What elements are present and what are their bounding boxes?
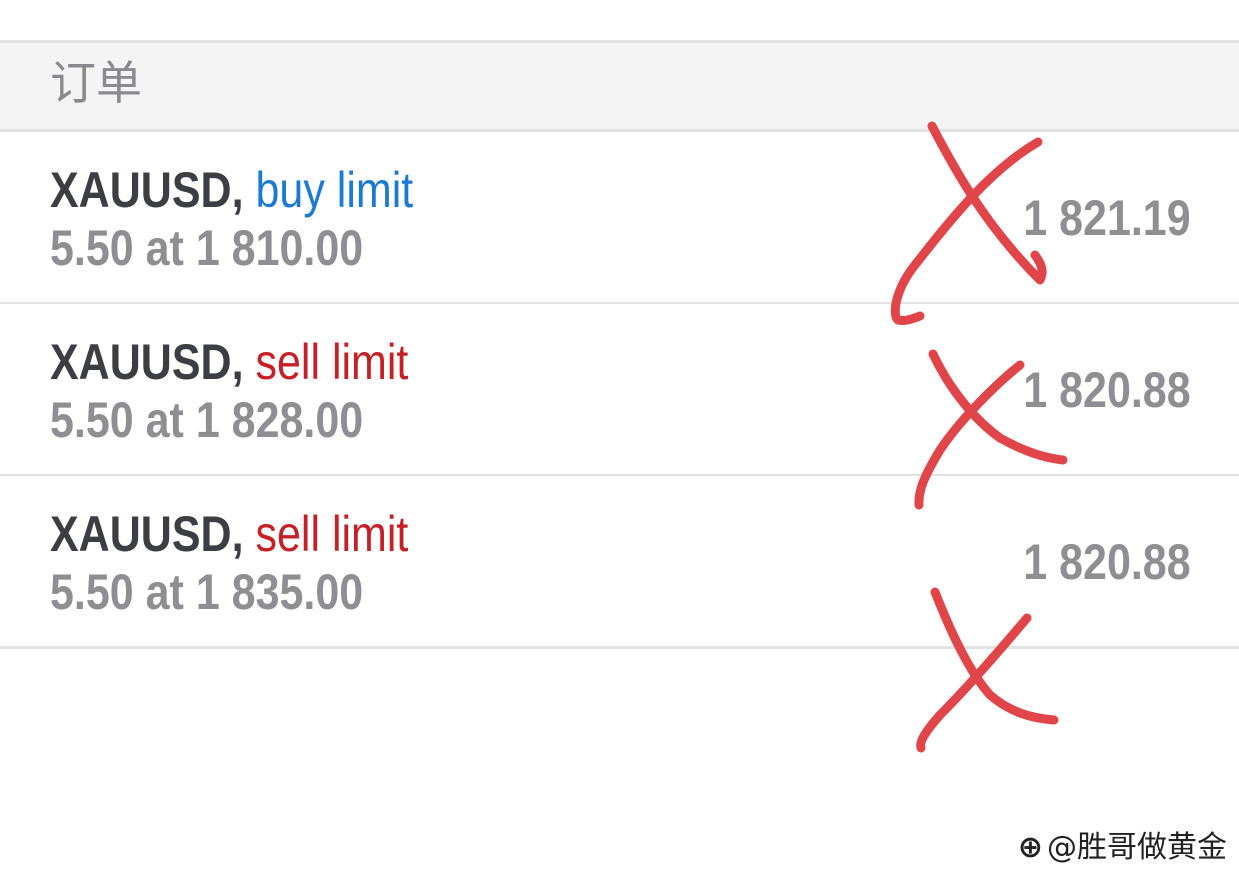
order-title: XAUUSD, sell limit bbox=[50, 332, 408, 392]
watermark: ⊕ @胜哥做黄金 bbox=[1018, 830, 1227, 866]
current-price: 1 820.88 bbox=[1023, 362, 1191, 418]
order-title: XAUUSD, buy limit bbox=[50, 160, 413, 220]
weibo-icon: ⊕ bbox=[1017, 830, 1043, 865]
orders-section-header: 订单 bbox=[0, 43, 1239, 132]
order-row[interactable]: XAUUSD, buy limit 5.50 at 1 810.00 1 821… bbox=[0, 132, 1239, 305]
order-row[interactable]: XAUUSD, sell limit 5.50 at 1 828.00 1 82… bbox=[0, 304, 1239, 477]
order-title: XAUUSD, sell limit bbox=[50, 504, 408, 564]
order-detail: 5.50 at 1 835.00 bbox=[50, 564, 364, 620]
order-symbol: XAUUSD, bbox=[50, 506, 244, 562]
order-type: sell limit bbox=[255, 334, 409, 390]
watermark-text: @胜哥做黄金 bbox=[1047, 830, 1227, 865]
order-row[interactable]: XAUUSD, sell limit 5.50 at 1 835.00 1 82… bbox=[0, 476, 1239, 649]
order-detail: 5.50 at 1 828.00 bbox=[50, 392, 364, 448]
current-price: 1 820.88 bbox=[1023, 534, 1191, 590]
order-type: sell limit bbox=[255, 506, 409, 562]
order-symbol: XAUUSD, bbox=[50, 162, 244, 218]
order-detail: 5.50 at 1 810.00 bbox=[50, 220, 364, 276]
order-symbol: XAUUSD, bbox=[50, 334, 244, 390]
order-type: buy limit bbox=[255, 162, 414, 218]
current-price: 1 821.19 bbox=[1023, 190, 1191, 246]
section-title: 订单 bbox=[50, 56, 142, 110]
